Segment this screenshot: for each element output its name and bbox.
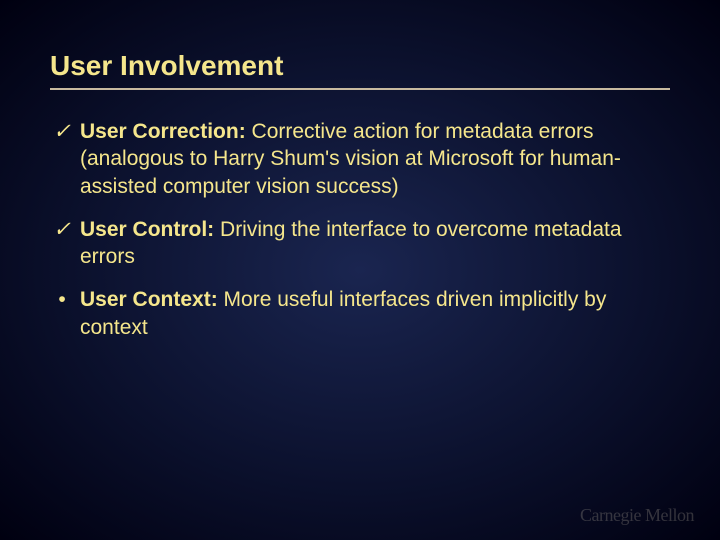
bullet-bold: User Control: <box>80 218 214 241</box>
bullet-item: • User Context: More useful interfaces d… <box>50 286 670 341</box>
bullet-text: User Correction: Corrective action for m… <box>80 120 621 198</box>
bullet-item: ✓ User Control: Driving the interface to… <box>50 216 670 271</box>
bullet-icon: • <box>52 286 72 313</box>
slide-title: User Involvement <box>50 50 670 82</box>
bullet-list: ✓ User Correction: Corrective action for… <box>50 118 670 341</box>
footer-logo: Carnegie Mellon <box>580 505 694 526</box>
bullet-text: User Control: Driving the interface to o… <box>80 218 622 268</box>
slide: User Involvement ✓ User Correction: Corr… <box>0 0 720 540</box>
check-icon: ✓ <box>52 216 72 243</box>
bullet-item: ✓ User Correction: Corrective action for… <box>50 118 670 200</box>
check-icon: ✓ <box>52 118 72 145</box>
bullet-bold: User Correction: <box>80 120 246 143</box>
bullet-text: User Context: More useful interfaces dri… <box>80 288 606 338</box>
bullet-bold: User Context: <box>80 288 218 311</box>
title-underline <box>50 88 670 90</box>
